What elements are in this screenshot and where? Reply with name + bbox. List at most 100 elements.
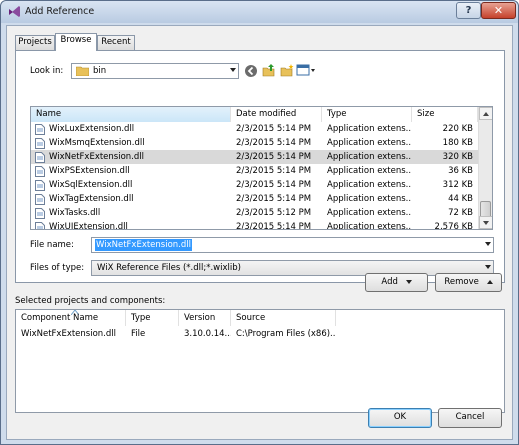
file-size: 2,576 KB (434, 222, 473, 230)
remove-button[interactable]: Remove (435, 273, 502, 292)
file-size: 36 KB (448, 166, 473, 176)
component-row[interactable]: WixNetFxExtension.dll File 3.10.0.14... … (16, 327, 336, 341)
file-date: 2/3/2015 5:14 PM (236, 194, 312, 204)
back-icon[interactable] (244, 64, 258, 78)
new-folder-icon[interactable] (280, 63, 294, 77)
file-size: 44 KB (448, 194, 473, 204)
tab-projects[interactable]: Projects (15, 35, 55, 50)
file-size: 312 KB (442, 180, 473, 190)
file-row[interactable]: WixMsmqExtension.dll 2/3/2015 5:14 PM Appl… (31, 136, 478, 150)
file-name: WixUIExtension.dll (49, 222, 128, 230)
file-type: Application extens... (327, 166, 412, 176)
file-type-label: Files of type: (30, 263, 85, 273)
window-title: Add Reference (25, 6, 95, 17)
dll-file-icon (35, 124, 45, 135)
file-name: WixLuxExtension.dll (49, 124, 135, 134)
file-date: 2/3/2015 5:14 PM (236, 180, 312, 190)
file-row[interactable]: WixSqlExtension.dll 2/3/2015 5:14 PM Appli… (31, 178, 478, 192)
dll-file-icon (35, 222, 45, 229)
file-size: 320 KB (442, 152, 473, 162)
chevron-down-icon (230, 68, 236, 72)
file-name-value: WixNetFxExtension.dll (95, 239, 192, 251)
scroll-up-icon (483, 112, 489, 116)
title-bar[interactable]: Add Reference ? ✕ (1, 1, 518, 23)
file-row[interactable]: WixTagExtension.dll 2/3/2015 5:14 PM Appli… (31, 192, 478, 206)
column-header-name[interactable]: Name (31, 107, 231, 122)
file-row[interactable]: WixTasks.dll 2/3/2015 5:12 PM Application … (31, 206, 478, 220)
file-date: 2/3/2015 5:12 PM (236, 208, 312, 218)
dll-file-icon (35, 166, 45, 177)
file-name: WixSqlExtension.dll (49, 180, 133, 190)
scroll-up-button[interactable] (479, 107, 492, 120)
file-date: 2/3/2015 5:14 PM (236, 152, 312, 162)
file-row[interactable]: WixPSExtension.dll 2/3/2015 5:14 PM Applic… (31, 164, 478, 178)
selected-components-list[interactable]: Component Name Type Version Source WixNe… (15, 309, 505, 413)
file-list[interactable]: Name Date modified Type Size WixLuxExten… (30, 106, 493, 230)
file-name: WixTasks.dll (49, 208, 101, 218)
file-type-value: WiX Reference Files (*.dll;*.wixlib) (97, 263, 241, 273)
remove-button-label: Remove (444, 277, 479, 287)
chevron-up-icon (486, 279, 493, 284)
look-in-value: bin (93, 66, 107, 76)
file-size: 72 KB (448, 208, 473, 218)
file-name-label: File name: (30, 240, 74, 250)
chevron-down-icon (485, 242, 491, 246)
help-button[interactable]: ? (456, 2, 481, 19)
component-name: WixNetFxExtension.dll (21, 329, 116, 339)
tab-recent[interactable]: Recent (97, 35, 135, 50)
file-row[interactable]: WixNetFxExtension.dll 2/3/2015 5:14 PM App… (31, 150, 478, 164)
column-header-type[interactable]: Type (322, 107, 412, 122)
dll-file-icon (35, 194, 45, 205)
file-name: WixTagExtension.dll (49, 194, 134, 204)
add-reference-dialog: Add Reference ? ✕ Projects Browse Recent… (0, 0, 519, 445)
column-header-source[interactable]: Source (231, 310, 336, 326)
close-button[interactable]: ✕ (481, 2, 516, 19)
scroll-down-icon (483, 221, 489, 225)
scroll-down-button[interactable] (479, 216, 492, 229)
file-date: 2/3/2015 5:14 PM (236, 124, 312, 134)
file-name-input[interactable]: WixNetFxExtension.dll (91, 237, 494, 253)
tab-browse[interactable]: Browse (55, 33, 97, 51)
dll-file-icon (35, 180, 45, 191)
column-header-type[interactable]: Type (126, 310, 179, 326)
look-in-combo[interactable]: bin (71, 63, 239, 79)
folder-icon (76, 66, 89, 76)
file-row[interactable]: WixLuxExtension.dll 2/3/2015 5:14 PM Appli… (31, 122, 478, 136)
browse-panel: Look in: bin Name Date modified Type Siz… (15, 50, 505, 283)
dialog-body: Projects Browse Recent Look in: bin Name… (6, 25, 513, 440)
file-type: Application extens... (327, 152, 412, 162)
column-header-component-name[interactable]: Component Name (16, 310, 126, 326)
file-date: 2/3/2015 5:14 PM (236, 222, 312, 230)
look-in-label: Look in: (30, 66, 64, 76)
file-type-select[interactable]: WiX Reference Files (*.dll;*.wixlib) (91, 260, 494, 276)
up-folder-icon[interactable] (262, 63, 276, 77)
file-type: Application extens... (327, 180, 412, 190)
component-source: C:\Program Files (x86)... (236, 329, 336, 339)
column-header-version[interactable]: Version (179, 310, 231, 326)
file-date: 2/3/2015 5:14 PM (236, 166, 312, 176)
column-header-size[interactable]: Size (412, 107, 478, 122)
file-name: WixPSExtension.dll (49, 166, 130, 176)
file-type: Application extens... (327, 138, 412, 148)
file-type: Application extens... (327, 194, 412, 204)
file-size: 220 KB (442, 124, 473, 134)
file-name: WixNetFxExtension.dll (49, 152, 144, 162)
add-button[interactable]: Add (365, 273, 428, 292)
column-header-date[interactable]: Date modified (231, 107, 322, 122)
component-version: 3.10.0.14... (184, 329, 231, 339)
file-row[interactable]: WixUIExtension.dll 2/3/2015 5:14 PM Applic… (31, 220, 478, 230)
ok-button[interactable]: OK (368, 408, 432, 428)
file-type: Application extens... (327, 208, 412, 218)
view-menu-icon[interactable] (296, 63, 316, 77)
file-size: 180 KB (442, 138, 473, 148)
file-type: Application extens... (327, 222, 412, 230)
file-list-scrollbar[interactable] (478, 107, 492, 229)
file-name: WixMsmqExtension.dll (49, 138, 145, 148)
cancel-button[interactable]: Cancel (438, 408, 502, 428)
dll-file-icon (35, 138, 45, 149)
dll-file-icon (35, 152, 45, 163)
chevron-down-icon (405, 279, 412, 284)
selected-components-heading: Selected projects and components: (15, 296, 166, 306)
file-type: Application extens... (327, 124, 412, 134)
dll-file-icon (35, 208, 45, 219)
